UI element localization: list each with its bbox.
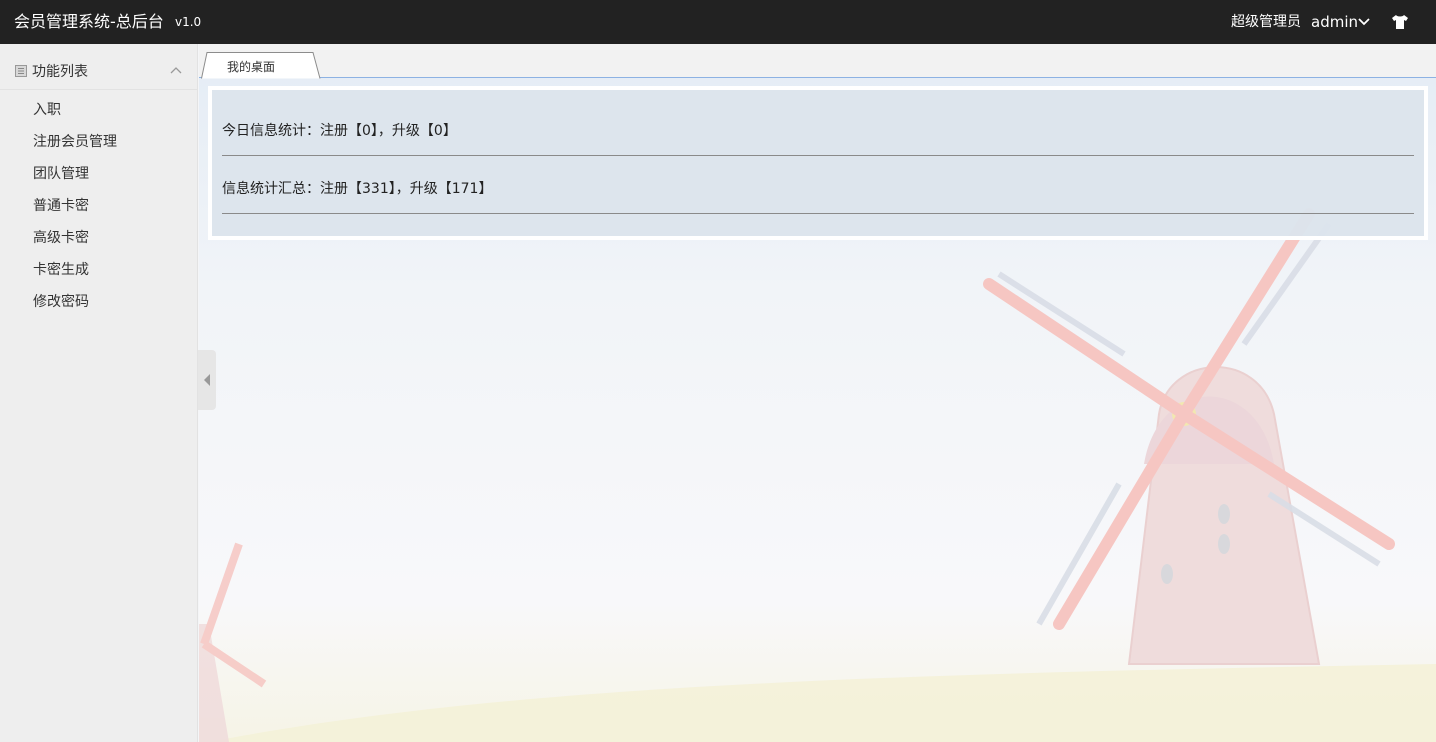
sidebar-item-change-password[interactable]: 修改密码	[0, 286, 198, 318]
sidebar-section-label: 功能列表	[32, 64, 88, 80]
divider	[222, 213, 1414, 214]
tab-label: 我的桌面	[226, 60, 275, 74]
sidebar-item-card-generation[interactable]: 卡密生成	[0, 254, 198, 286]
stats-panel: 今日信息统计：注册【0】，升级【0】 信息统计汇总：注册【331】，升级【171…	[208, 86, 1428, 240]
app-version: v1.0	[175, 15, 202, 29]
sidebar-item-standard-cards[interactable]: 普通卡密	[0, 190, 198, 222]
tab-bar: 我的桌面	[199, 44, 1436, 79]
shirt-icon[interactable]	[1391, 14, 1409, 30]
chevron-down-icon[interactable]	[1357, 16, 1371, 28]
app-title: 会员管理系统-总后台	[14, 12, 164, 31]
divider	[222, 155, 1414, 156]
sidebar-item-onboarding[interactable]: 入职	[0, 94, 198, 126]
top-navbar: 会员管理系统-总后台 v1.0 超级管理员 admin	[0, 0, 1436, 44]
sidebar-section-header[interactable]: 功能列表	[0, 56, 198, 90]
today-stats-text: 今日信息统计：注册【0】，升级【0】	[222, 123, 457, 139]
sidebar-collapse-button[interactable]	[198, 350, 216, 410]
chevron-up-icon[interactable]	[170, 66, 182, 76]
sidebar-menu: 入职 注册会员管理 团队管理 普通卡密 高级卡密 卡密生成 修改密码	[0, 94, 198, 318]
list-icon	[15, 65, 27, 77]
sidebar-item-premium-cards[interactable]: 高级卡密	[0, 222, 198, 254]
user-role: 超级管理员	[1231, 14, 1301, 30]
sidebar: 功能列表 入职 注册会员管理 团队管理 普通卡密 高级卡密 卡密生成 修改密码	[0, 44, 198, 742]
sidebar-item-team-management[interactable]: 团队管理	[0, 158, 198, 190]
total-stats-text: 信息统计汇总：注册【331】，升级【171】	[222, 181, 493, 197]
tab-my-desktop[interactable]: 我的桌面	[201, 52, 321, 79]
main-content: 我的桌面 今日信息统计：注册【0】，升级【0】 信息统计汇总：注册【331】，升…	[199, 44, 1436, 742]
user-menu[interactable]: admin	[1311, 0, 1358, 44]
collapse-arrow-icon	[204, 374, 210, 386]
sidebar-item-member-management[interactable]: 注册会员管理	[0, 126, 198, 158]
